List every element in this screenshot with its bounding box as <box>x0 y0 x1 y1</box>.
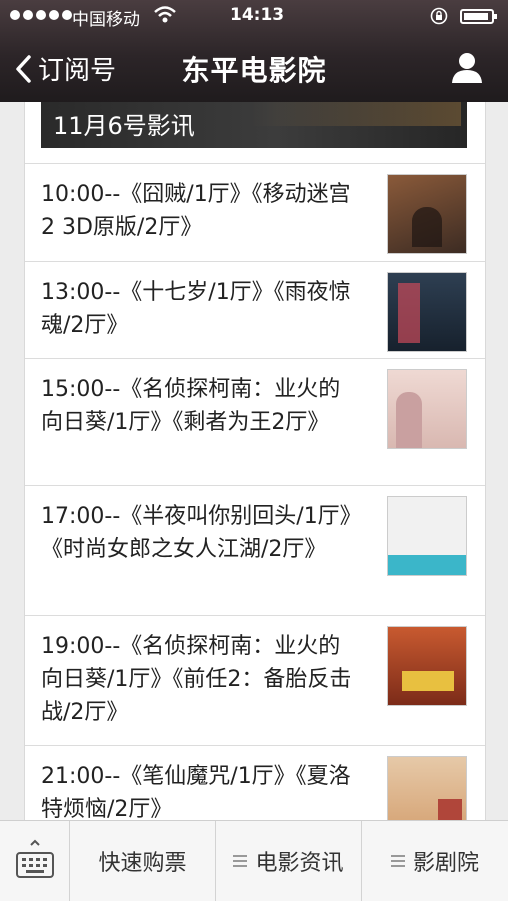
list-item[interactable]: 15:00--《名侦探柯南：业火的向日葵/1厅》《剩者为王2厅》 <box>25 358 485 485</box>
menu-theater[interactable]: 影剧院 <box>362 821 508 901</box>
submenu-icon <box>233 855 248 867</box>
list-item[interactable]: 19:00--《名侦探柯南：业火的向日葵/1厅》《前任2：备胎反击战/2厅》 <box>25 615 485 745</box>
menu-movie-news[interactable]: 电影资讯 <box>216 821 362 901</box>
movie-poster-thumbnail <box>387 369 467 449</box>
menu-label: 影剧院 <box>412 851 479 876</box>
wifi-icon <box>154 6 176 23</box>
banner-title: 11月6号影讯 <box>53 112 195 140</box>
bottom-menu-bar: 快速购票 电影资讯 影剧院 <box>0 820 508 901</box>
rotation-lock-icon <box>430 7 448 25</box>
movie-poster-thumbnail <box>387 626 467 706</box>
list-item[interactable]: 13:00--《十七岁/1厅》《雨夜惊魂/2厅》 <box>25 261 485 358</box>
user-profile-icon[interactable] <box>450 50 484 84</box>
banner-background-image <box>251 102 461 126</box>
banner[interactable]: 11月6号影讯 <box>41 102 467 148</box>
battery-icon <box>460 9 497 24</box>
list-item-text: 17:00--《半夜叫你别回头/1厅》《时尚女郎之女人江湖/2厅》 <box>41 504 351 562</box>
movie-poster-thumbnail <box>387 174 467 254</box>
menu-label: 快速购票 <box>98 851 187 876</box>
status-time: 14:13 <box>230 5 285 25</box>
status-bar: 中国移动 14:13 <box>0 0 508 32</box>
top-bar: 中国移动 14:13 订阅号 东平电影院 <box>0 0 508 102</box>
menu-quick-buy-ticket[interactable]: 快速购票 <box>70 821 216 901</box>
keyboard-toggle-button[interactable] <box>0 821 70 901</box>
nav-bar: 订阅号 东平电影院 <box>0 32 508 102</box>
movie-poster-thumbnail <box>387 756 467 820</box>
list-item[interactable]: 10:00--《囧贼/1厅》《移动迷宫2 3D原版/2厅》 <box>25 163 485 261</box>
carrier-name: 中国移动 <box>72 10 140 30</box>
movie-poster-thumbnail <box>387 272 467 352</box>
keyboard-icon <box>16 839 54 878</box>
list-item[interactable]: 17:00--《半夜叫你别回头/1厅》《时尚女郎之女人江湖/2厅》 <box>25 485 485 615</box>
list-item-text: 15:00--《名侦探柯南：业火的向日葵/1厅》《剩者为王2厅》 <box>41 377 341 435</box>
article-list: 11月6号影讯 10:00--《囧贼/1厅》《移动迷宫2 3D原版/2厅》 13… <box>24 102 486 820</box>
list-item-text: 19:00--《名侦探柯南：业火的向日葵/1厅》《前任2：备胎反击战/2厅》 <box>41 634 352 725</box>
movie-poster-thumbnail <box>387 496 467 576</box>
signal-strength-icon <box>10 10 72 20</box>
list-item-text: 13:00--《十七岁/1厅》《雨夜惊魂/2厅》 <box>41 280 351 338</box>
page-title: 东平电影院 <box>181 54 327 87</box>
submenu-icon <box>390 855 405 867</box>
menu-label: 电影资讯 <box>255 851 344 876</box>
list-item-text: 21:00--《笔仙魔咒/1厅》《夏洛特烦恼/2厅》 <box>41 764 351 820</box>
list-item[interactable]: 21:00--《笔仙魔咒/1厅》《夏洛特烦恼/2厅》 <box>25 745 485 820</box>
list-item-text: 10:00--《囧贼/1厅》《移动迷宫2 3D原版/2厅》 <box>41 182 351 240</box>
